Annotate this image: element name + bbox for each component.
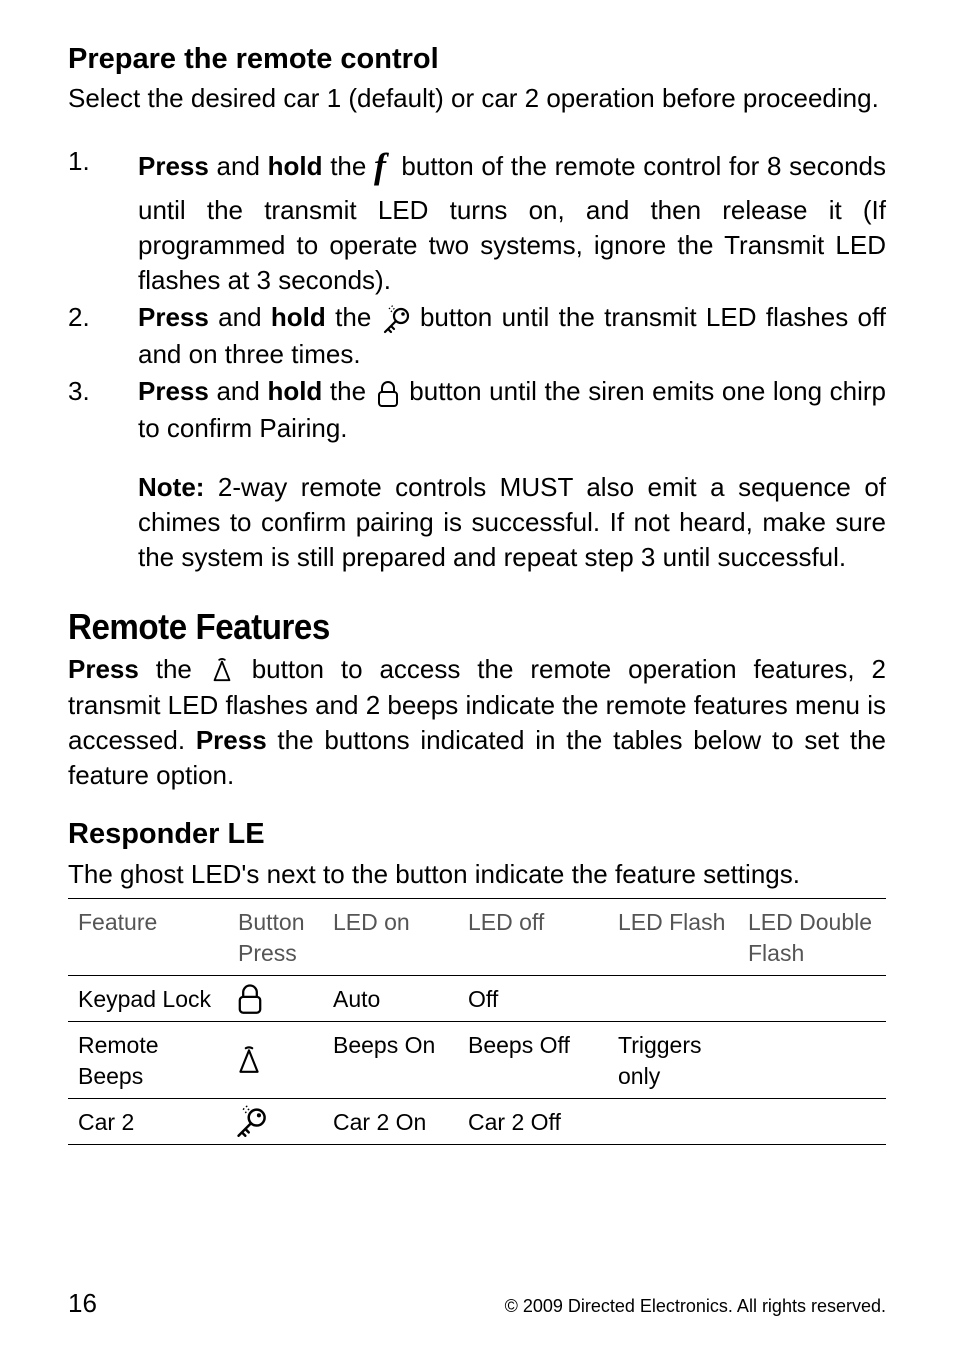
- note-label: Note:: [138, 472, 204, 502]
- cell-ledon: Car 2 On: [323, 1098, 458, 1144]
- step1-hold: hold: [268, 151, 323, 181]
- prepare-steps: Press and hold the f button of the remot…: [68, 144, 886, 445]
- cell-icon: [228, 1021, 323, 1098]
- aux-icon: [209, 651, 235, 686]
- note-text: 2-way remote controls MUST also emit a s…: [138, 472, 886, 572]
- prepare-heading: Prepare the remote control: [68, 40, 886, 79]
- responder-le-table: Feature Button Press LED on LED off LED …: [68, 898, 886, 1145]
- th-ledoff: LED off: [458, 898, 608, 975]
- key-icon: [234, 1104, 268, 1138]
- key-icon: [381, 300, 411, 335]
- cell-ledoff: Car 2 Off: [458, 1098, 608, 1144]
- pairing-note: Note: 2-way remote controls MUST also em…: [68, 470, 886, 575]
- aux-icon: [234, 1042, 264, 1078]
- cell-feature: Car 2: [68, 1098, 228, 1144]
- cell-feature: Remote Beeps: [68, 1021, 228, 1098]
- cell-ledflash: [608, 975, 738, 1021]
- th-ledflash: LED Flash: [608, 898, 738, 975]
- rf-press1: Press: [68, 654, 139, 684]
- cell-ledoff: Off: [458, 975, 608, 1021]
- step-3: Press and hold the button until the sire…: [68, 374, 886, 446]
- table-header-row: Feature Button Press LED on LED off LED …: [68, 898, 886, 975]
- responder-le-heading: Responder LE: [68, 815, 886, 854]
- step1-press: Press: [138, 151, 209, 181]
- cell-leddbl: [738, 975, 886, 1021]
- step2-press: Press: [138, 302, 209, 332]
- table-row: Keypad Lock Auto Off: [68, 975, 886, 1021]
- th-button: Button Press: [228, 898, 323, 975]
- cell-ledon: Auto: [323, 975, 458, 1021]
- prepare-intro: Select the desired car 1 (default) or ca…: [68, 81, 886, 116]
- responder-le-intro: The ghost LED's next to the button indic…: [68, 857, 886, 892]
- cell-ledoff: Beeps Off: [458, 1021, 608, 1098]
- lock-icon: [374, 373, 402, 408]
- remote-features-para: Press the button to access the remote op…: [68, 652, 886, 794]
- step-1: Press and hold the f button of the remot…: [68, 144, 886, 298]
- cell-icon: [228, 1098, 323, 1144]
- cell-feature: Keypad Lock: [68, 975, 228, 1021]
- cell-leddbl: [738, 1098, 886, 1144]
- cell-leddbl: [738, 1021, 886, 1098]
- lock-icon: [234, 981, 266, 1015]
- f-button-icon: f: [374, 142, 386, 191]
- step3-hold: hold: [267, 376, 322, 406]
- step3-press: Press: [138, 376, 209, 406]
- cell-ledflash: Triggers only: [608, 1021, 738, 1098]
- cell-icon: [228, 975, 323, 1021]
- page-footer: 16 © 2009 Directed Electronics. All righ…: [68, 1286, 886, 1321]
- step-2: Press and hold the button until the tran…: [68, 300, 886, 372]
- step2-hold: hold: [271, 302, 326, 332]
- table-row: Car 2 Car 2 On Car 2 Off: [68, 1098, 886, 1144]
- remote-features-heading: Remote Features: [68, 603, 886, 652]
- table-row: Remote Beeps Beeps On Beeps Off Triggers…: [68, 1021, 886, 1098]
- page-number: 16: [68, 1286, 97, 1321]
- th-leddbl: LED Double Flash: [738, 898, 886, 975]
- cell-ledflash: [608, 1098, 738, 1144]
- copyright: © 2009 Directed Electronics. All rights …: [505, 1294, 886, 1318]
- cell-ledon: Beeps On: [323, 1021, 458, 1098]
- th-ledon: LED on: [323, 898, 458, 975]
- th-feature: Feature: [68, 898, 228, 975]
- rf-press2: Press: [196, 725, 267, 755]
